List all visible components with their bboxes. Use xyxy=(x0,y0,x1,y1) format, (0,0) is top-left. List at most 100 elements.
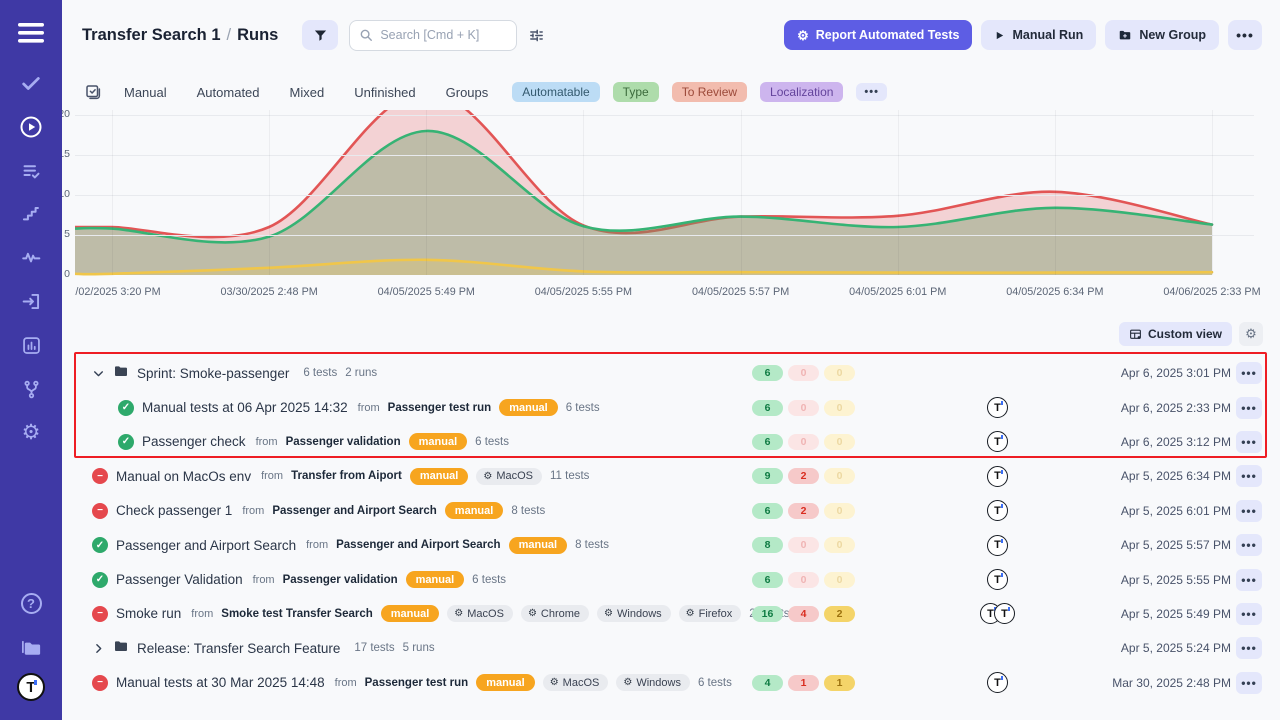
search-box[interactable] xyxy=(349,20,517,51)
breadcrumb-project[interactable]: Transfer Search 1 xyxy=(82,26,221,44)
gridline xyxy=(1055,110,1056,275)
run-date: Mar 30, 2025 2:48 PM xyxy=(1112,676,1231,690)
sidebar-item-runs-active[interactable] xyxy=(0,110,62,144)
table-row[interactable]: − Check passenger 1 from Passenger and A… xyxy=(62,494,1280,528)
sidebar-item-test-plans[interactable] xyxy=(0,154,62,188)
row-more-button[interactable]: ••• xyxy=(1236,637,1262,659)
tag-localization[interactable]: Localization xyxy=(760,82,843,102)
tag-automatable[interactable]: Automatable xyxy=(512,82,599,102)
report-automated-tests-button[interactable]: ⚙ Report Automated Tests xyxy=(784,20,972,50)
x-axis-tick-label: 04/05/2025 5:49 PM xyxy=(351,286,501,298)
new-group-button[interactable]: New Group xyxy=(1105,20,1219,50)
result-counts: 4 1 1 xyxy=(752,675,855,691)
row-more-button[interactable]: ••• xyxy=(1236,431,1262,453)
sliders-icon xyxy=(528,27,545,44)
sidebar-item-traceability[interactable] xyxy=(0,372,62,406)
table-row[interactable]: − Manual tests at 30 Mar 2025 14:48 from… xyxy=(62,666,1280,700)
table-row[interactable]: − Smoke run from Smoke test Transfer Sea… xyxy=(62,597,1280,631)
runs-count: 5 runs xyxy=(403,642,435,654)
passed-count: 6 xyxy=(752,400,783,416)
table-row-group[interactable]: Sprint: Smoke-passenger 6 tests 2 runs 6… xyxy=(62,356,1280,390)
select-all-icon[interactable] xyxy=(84,83,102,101)
tags-more-button[interactable]: ••• xyxy=(856,83,887,101)
row-more-button[interactable]: ••• xyxy=(1236,569,1262,591)
row-more-button[interactable]: ••• xyxy=(1236,534,1262,556)
run-date: Apr 5, 2025 6:01 PM xyxy=(1121,504,1231,518)
automation-gear-icon: ⚙ xyxy=(797,29,809,42)
manual-badge: manual xyxy=(509,537,568,554)
tab-manual[interactable]: Manual xyxy=(124,85,167,100)
passed-count: 6 xyxy=(752,365,783,381)
hamburger-menu-icon[interactable] xyxy=(0,16,62,50)
page-title: Runs xyxy=(237,26,278,44)
tab-automated[interactable]: Automated xyxy=(197,85,260,100)
sidebar-item-reports[interactable] xyxy=(0,328,62,362)
sidebar-item-activity[interactable] xyxy=(0,240,62,274)
group-title[interactable]: Release: Transfer Search Feature xyxy=(137,641,340,656)
chevron-right-icon[interactable] xyxy=(92,642,105,655)
manual-run-button[interactable]: Manual Run xyxy=(981,20,1096,50)
manual-badge: manual xyxy=(410,468,469,485)
help-icon: ? xyxy=(21,593,42,614)
row-more-button[interactable]: ••• xyxy=(1236,465,1262,487)
env-chip: ⚙Chrome xyxy=(521,605,589,622)
row-more-button[interactable]: ••• xyxy=(1236,603,1262,625)
sidebar-item-settings[interactable]: ⚙ xyxy=(0,415,62,449)
row-more-button[interactable]: ••• xyxy=(1236,362,1262,384)
gridline xyxy=(112,110,113,275)
view-toolbar: Custom view ⚙ xyxy=(1119,322,1263,346)
filter-button[interactable] xyxy=(302,20,338,50)
table-row[interactable]: ✓ Passenger and Airport Search from Pass… xyxy=(62,528,1280,562)
avatar: T xyxy=(987,397,1008,418)
gridline xyxy=(75,115,1254,116)
run-title[interactable]: Smoke run xyxy=(116,606,181,621)
search-settings-button[interactable] xyxy=(528,27,545,44)
tab-mixed[interactable]: Mixed xyxy=(290,85,325,100)
row-more-button[interactable]: ••• xyxy=(1236,500,1262,522)
table-row[interactable]: ✓ Passenger Validation from Passenger va… xyxy=(62,562,1280,596)
header-more-button[interactable]: ••• xyxy=(1228,20,1262,50)
result-counts: 16 4 2 xyxy=(752,606,855,622)
passed-status-icon: ✓ xyxy=(92,572,108,588)
row-more-button[interactable]: ••• xyxy=(1236,397,1262,419)
tab-groups[interactable]: Groups xyxy=(446,85,489,100)
run-title[interactable]: Passenger and Airport Search xyxy=(116,538,296,553)
x-axis-tick-label: 03/30/2025 2:48 PM xyxy=(194,286,344,298)
tag-to-review[interactable]: To Review xyxy=(672,82,747,102)
app-logo[interactable]: T xyxy=(0,670,62,704)
run-title[interactable]: Manual tests at 06 Apr 2025 14:32 xyxy=(142,400,348,415)
sidebar-item-requirements[interactable] xyxy=(0,284,62,318)
run-title[interactable]: Passenger Validation xyxy=(116,572,243,587)
chevron-down-icon[interactable] xyxy=(92,367,105,380)
row-more-button[interactable]: ••• xyxy=(1236,672,1262,694)
tag-type[interactable]: Type xyxy=(613,82,659,102)
manual-badge: manual xyxy=(476,674,535,691)
avatar: T xyxy=(987,672,1008,693)
result-counts: 6 2 0 xyxy=(752,503,855,519)
table-row-group[interactable]: Release: Transfer Search Feature 17 test… xyxy=(62,631,1280,665)
table-gear-button[interactable]: ⚙ xyxy=(1239,322,1263,346)
env-chip: ⚙MacOS xyxy=(476,468,542,485)
run-title[interactable]: Manual tests at 30 Mar 2025 14:48 xyxy=(116,675,325,690)
sidebar-item-help[interactable]: ? xyxy=(0,586,62,620)
sidebar: ⚙ ? T xyxy=(0,0,62,720)
run-title[interactable]: Passenger check xyxy=(142,434,246,449)
run-title[interactable]: Manual on MacOs env xyxy=(116,469,251,484)
table-row[interactable]: ✓ Passenger check from Passenger validat… xyxy=(62,425,1280,459)
sidebar-item-docs[interactable] xyxy=(0,630,62,664)
x-axis-tick-label: 04/06/2025 2:33 PM xyxy=(1137,286,1267,298)
group-title[interactable]: Sprint: Smoke-passenger xyxy=(137,366,289,381)
search-input[interactable] xyxy=(380,28,500,42)
skipped-count: 0 xyxy=(824,434,855,450)
run-title[interactable]: Check passenger 1 xyxy=(116,503,232,518)
tests-count: 6 tests xyxy=(472,574,506,586)
table-row[interactable]: − Manual on MacOs env from Transfer from… xyxy=(62,459,1280,493)
table-row[interactable]: ✓ Manual tests at 06 Apr 2025 14:32 from… xyxy=(62,390,1280,424)
custom-view-button[interactable]: Custom view xyxy=(1119,322,1232,346)
page-header: Transfer Search 1/Runs ⚙ Report Automate… xyxy=(62,0,1280,70)
tab-unfinished[interactable]: Unfinished xyxy=(354,85,415,100)
run-source: Transfer from Aiport xyxy=(291,470,402,482)
avatar: T xyxy=(987,569,1008,590)
sidebar-item-milestones[interactable] xyxy=(0,197,62,231)
sidebar-item-tests[interactable] xyxy=(0,66,62,100)
